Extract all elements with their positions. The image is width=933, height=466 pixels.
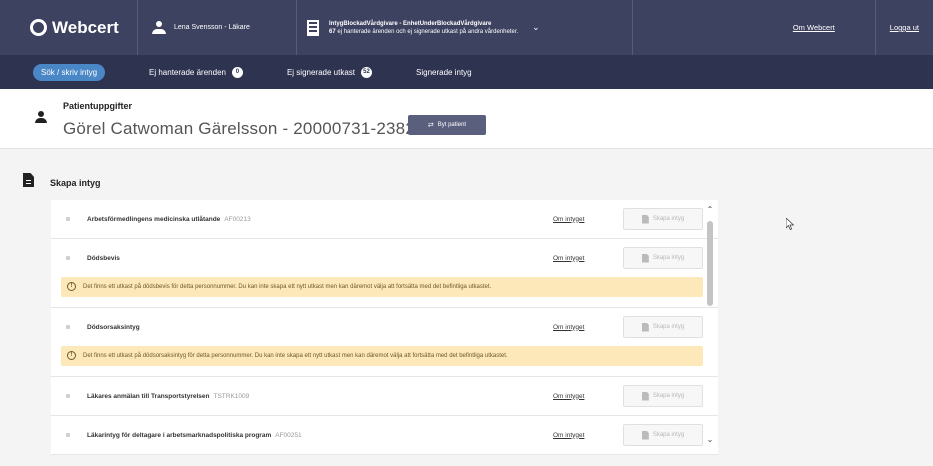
logout-link[interactable]: Logga ut bbox=[874, 0, 933, 55]
favorite-icon[interactable] bbox=[66, 433, 70, 437]
header-links: Om Webcert Logga ut bbox=[633, 0, 933, 55]
list-scrollbar[interactable]: ⌃ ⌄ bbox=[705, 205, 715, 445]
top-header: Webcert Lena Svensson - Läkare IntygBloc… bbox=[0, 0, 933, 55]
unit-sub-text: ej hanterade ärenden och ej signerade ut… bbox=[337, 28, 519, 35]
warning-text: Det finns ett utkast på dödsorsaksintyg … bbox=[83, 353, 508, 359]
patient-name: Görel Catwoman Gärelsson - 20000731-2382 bbox=[63, 119, 415, 138]
create-certificate-button[interactable]: Skapa intyg bbox=[623, 316, 703, 338]
info-icon: ! bbox=[67, 282, 76, 291]
brand[interactable]: Webcert bbox=[0, 0, 138, 55]
swap-icon: ⇄ bbox=[427, 122, 434, 129]
about-certificate-link[interactable]: Om intyget bbox=[553, 255, 584, 262]
draft-warning: ! Det finns ett utkast på dödsbevis för … bbox=[61, 277, 703, 297]
about-certificate-link[interactable]: Om intyget bbox=[553, 393, 584, 400]
info-icon: ! bbox=[67, 351, 76, 360]
count-badge: 52 bbox=[361, 66, 373, 78]
tab-search-write[interactable]: Sök / skriv intyg bbox=[33, 63, 106, 81]
tab-unsigned-drafts[interactable]: Ej signerade utkast 52 bbox=[286, 66, 373, 78]
create-certificate-button[interactable]: Skapa intyg bbox=[623, 385, 703, 407]
create-certificate-button[interactable]: Skapa intyg bbox=[623, 247, 703, 269]
tab-unhandled-issues[interactable]: Ej hanterade ärenden 0 bbox=[149, 66, 243, 78]
certificate-row: Dödsbevis Om intyget Skapa intyg bbox=[51, 239, 718, 277]
patient-label: Patientuppgifter bbox=[63, 101, 132, 111]
tab-signed-certificates[interactable]: Signerade intyg bbox=[416, 68, 472, 77]
list-item: Dödsbevis Om intyget Skapa intyg ! Det f… bbox=[51, 239, 718, 308]
file-icon bbox=[641, 391, 649, 401]
certificate-code: AF00251 bbox=[275, 431, 302, 439]
tab-label: Ej hanterade ärenden bbox=[149, 67, 226, 77]
about-certificate-link[interactable]: Om intyget bbox=[553, 432, 584, 439]
tab-label: Sök / skriv intyg bbox=[41, 67, 98, 77]
create-label: Skapa intyg bbox=[652, 324, 685, 330]
tab-label: Signerade intyg bbox=[416, 67, 472, 77]
unit-sub-count: 67 bbox=[329, 28, 336, 35]
chevron-down-icon[interactable]: ⌄ bbox=[532, 22, 540, 33]
about-webcert-link[interactable]: Om Webcert bbox=[779, 0, 875, 55]
section-title: Skapa intyg bbox=[50, 178, 101, 188]
tab-label: Ej signerade utkast bbox=[286, 67, 356, 77]
unit-name: IntygBlockadVårdgivare - EnhetUnderBlock… bbox=[329, 20, 492, 27]
certificate-name: Dödsorsaksintyg bbox=[87, 323, 140, 331]
create-label: Skapa intyg bbox=[652, 216, 685, 222]
certificate-name: Arbetsförmedlingens medicinska utlåtande bbox=[87, 215, 221, 223]
create-certificate-button[interactable]: Skapa intyg bbox=[623, 208, 703, 230]
scrollbar-thumb[interactable] bbox=[707, 221, 713, 306]
certificate-row: Läkarintyg för deltagare i arbetsmarknad… bbox=[51, 416, 718, 454]
scroll-up-icon[interactable]: ⌃ bbox=[705, 205, 715, 215]
draft-warning: ! Det finns ett utkast på dödsorsaksinty… bbox=[61, 346, 703, 366]
favorite-icon[interactable] bbox=[66, 325, 70, 329]
main-tabs: Sök / skriv intyg Ej hanterade ärenden 0… bbox=[0, 55, 933, 89]
user-name: Lena Svensson - Läkare bbox=[174, 24, 250, 31]
about-certificate-link[interactable]: Om intyget bbox=[553, 216, 584, 223]
warning-text: Det finns ett utkast på dödsbevis för de… bbox=[83, 284, 492, 290]
switch-patient-label: Byt patient bbox=[437, 122, 467, 128]
building-icon bbox=[307, 19, 319, 36]
certificate-row: Arbetsförmedlingens medicinska utlåtande… bbox=[51, 200, 718, 238]
unit-selector[interactable]: IntygBlockadVårdgivare - EnhetUnderBlock… bbox=[297, 0, 633, 55]
favorite-icon[interactable] bbox=[66, 217, 70, 221]
patient-icon bbox=[35, 111, 47, 123]
certificate-list: Arbetsförmedlingens medicinska utlåtande… bbox=[51, 200, 718, 456]
certificate-row: Läkares anmälan till Transportstyrelsen … bbox=[51, 377, 718, 415]
create-label: Skapa intyg bbox=[652, 393, 685, 399]
count-badge: 0 bbox=[231, 66, 243, 78]
create-certificate-button[interactable]: Skapa intyg bbox=[623, 424, 703, 446]
create-label: Skapa intyg bbox=[652, 432, 685, 438]
certificate-code: AF00213 bbox=[224, 215, 251, 223]
certificate-row: Dödsorsaksintyg Om intyget Skapa intyg bbox=[51, 308, 718, 346]
patient-panel: Patientuppgifter Görel Catwoman Gärelsso… bbox=[0, 89, 933, 149]
create-label: Skapa intyg bbox=[652, 255, 685, 261]
list-item: Läkarintyg för deltagare i arbetsmarknad… bbox=[51, 416, 718, 455]
file-icon bbox=[641, 253, 649, 263]
unit-subtext: 67 ej hanterade ärenden och ej signerade… bbox=[329, 28, 518, 36]
brand-name: Webcert bbox=[52, 17, 119, 37]
file-icon bbox=[641, 322, 649, 332]
certificate-name: Läkares anmälan till Transportstyrelsen bbox=[87, 392, 210, 400]
favorite-icon[interactable] bbox=[66, 256, 70, 260]
about-certificate-link[interactable]: Om intyget bbox=[553, 324, 584, 331]
list-item: Arbetsförmedlingens medicinska utlåtande… bbox=[51, 200, 718, 239]
file-icon bbox=[641, 430, 649, 440]
favorite-icon[interactable] bbox=[66, 394, 70, 398]
certificate-code: TSTRK1009 bbox=[213, 392, 250, 400]
scroll-down-icon[interactable]: ⌄ bbox=[705, 435, 715, 445]
user-info: Lena Svensson - Läkare bbox=[138, 0, 297, 55]
file-icon bbox=[641, 214, 649, 224]
unit-text: IntygBlockadVårdgivare - EnhetUnderBlock… bbox=[329, 20, 518, 36]
certificate-name: Läkarintyg för deltagare i arbetsmarknad… bbox=[87, 431, 272, 439]
mouse-cursor-icon bbox=[786, 218, 794, 230]
webcert-logo-icon bbox=[30, 19, 47, 36]
list-item: Läkares anmälan till Transportstyrelsen … bbox=[51, 377, 718, 416]
user-icon bbox=[152, 20, 166, 35]
certificate-name: Dödsbevis bbox=[87, 254, 120, 262]
document-icon bbox=[23, 173, 34, 187]
switch-patient-button[interactable]: ⇄ Byt patient bbox=[408, 115, 486, 135]
list-item: Dödsorsaksintyg Om intyget Skapa intyg !… bbox=[51, 308, 718, 377]
